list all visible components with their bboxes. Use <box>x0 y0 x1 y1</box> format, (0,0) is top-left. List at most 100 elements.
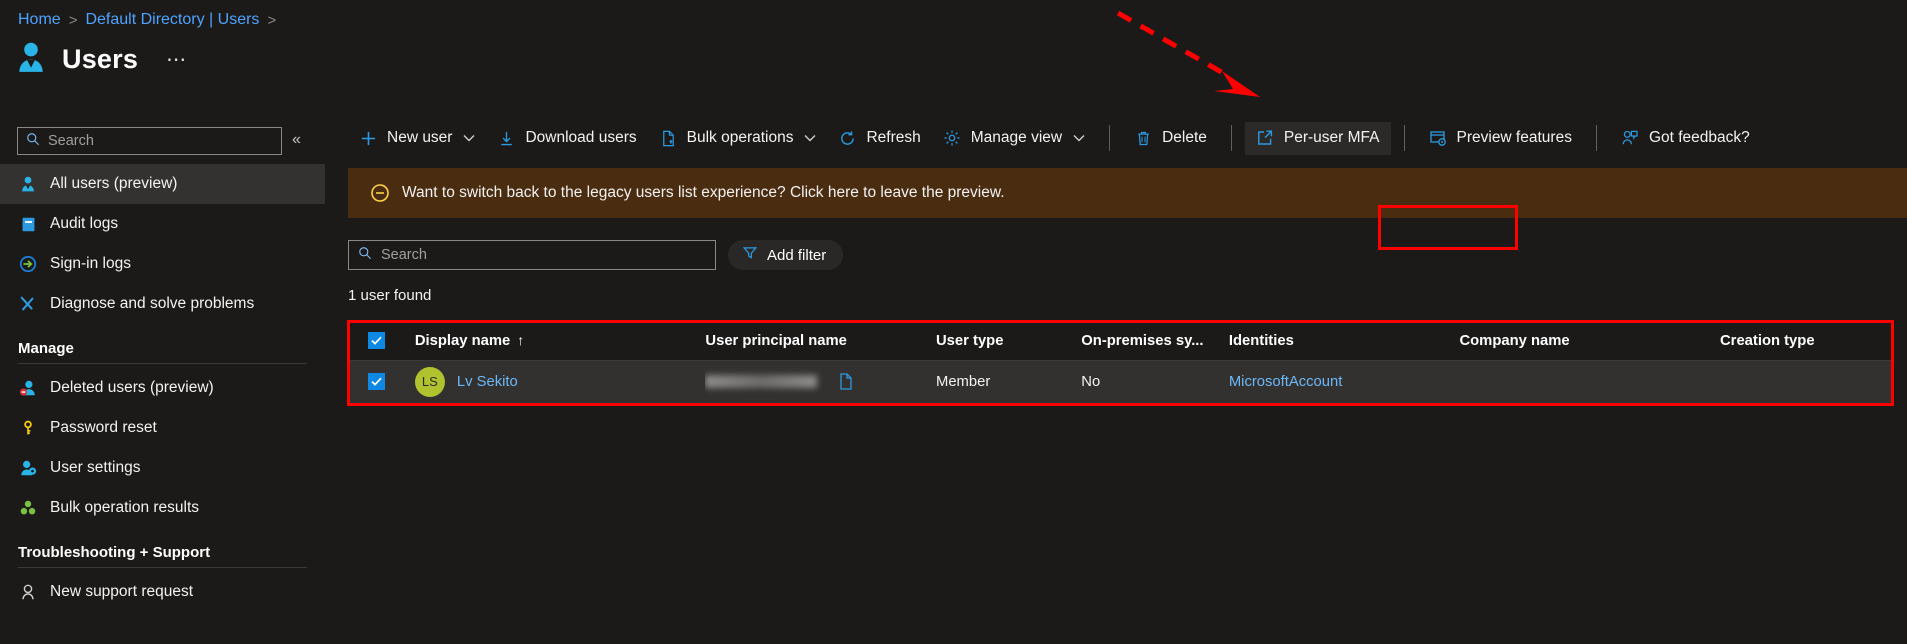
new-user-label: New user <box>387 129 453 146</box>
cell-creation-type <box>1720 360 1893 403</box>
users-page-icon <box>14 40 48 79</box>
breadcrumb-item-home[interactable]: Home <box>18 11 61 29</box>
users-table-head: Display name ↑ User principal name User t… <box>348 322 1893 361</box>
table-row[interactable]: LS Lv Sekito Member No MicrosoftAccount <box>348 360 1893 403</box>
sidebar-item-sign-in-logs[interactable]: Sign-in logs <box>0 244 325 284</box>
sidebar-item-user-settings[interactable]: User settings <box>0 448 325 488</box>
sidebar-item-label: Audit logs <box>50 215 119 232</box>
column-header-creation-type[interactable]: Creation type <box>1720 322 1893 361</box>
sidebar-item-bulk-operation-results[interactable]: Bulk operation results <box>0 488 325 528</box>
breadcrumb-separator-icon: > <box>267 11 277 29</box>
sidebar-item-label: Deleted users (preview) <box>50 379 214 396</box>
sidebar-item-label: Password reset <box>50 419 157 436</box>
column-header-user-type[interactable]: User type <box>936 322 1082 361</box>
preview-features-button[interactable]: Preview features <box>1418 122 1583 155</box>
column-header-company-name[interactable]: Company name <box>1459 322 1720 361</box>
per-user-mfa-button[interactable]: Per-user MFA <box>1244 121 1391 155</box>
user-cell: LS Lv Sekito <box>414 366 706 397</box>
sidebar-item-diagnose[interactable]: Diagnose and solve problems <box>0 284 325 324</box>
sidebar-item-password-reset[interactable]: Password reset <box>0 408 325 448</box>
bulk-operations-label: Bulk operations <box>686 129 794 146</box>
table-search-input[interactable] <box>381 247 706 263</box>
key-icon <box>18 418 38 438</box>
table-header-row: Display name ↑ User principal name User t… <box>348 322 1893 361</box>
sidebar-search-box[interactable] <box>17 127 282 155</box>
got-feedback-label: Got feedback? <box>1648 129 1750 146</box>
user-display-name-link[interactable]: Lv Sekito <box>457 374 518 390</box>
table-search-box[interactable] <box>348 240 716 270</box>
breadcrumb: Home > Default Directory | Users > <box>18 11 276 29</box>
toolbar-divider <box>1403 125 1405 151</box>
breadcrumb-item-default-directory[interactable]: Default Directory | Users <box>85 11 259 29</box>
download-users-button[interactable]: Download users <box>486 122 647 155</box>
download-users-label: Download users <box>525 129 637 146</box>
toolbar-divider <box>1595 125 1597 151</box>
gear-icon <box>943 129 962 148</box>
column-header-on-premises-sync[interactable]: On-premises sy... <box>1081 322 1229 361</box>
copy-icon[interactable] <box>837 372 854 391</box>
sort-ascending-icon: ↑ <box>517 332 525 349</box>
column-label: User principal name <box>705 332 847 349</box>
delete-button[interactable]: Delete <box>1123 122 1218 155</box>
audit-log-icon <box>18 214 38 234</box>
got-feedback-button[interactable]: Got feedback? <box>1610 122 1761 155</box>
add-filter-label: Add filter <box>767 246 827 264</box>
sidebar-item-deleted-users[interactable]: Deleted users (preview) <box>0 368 325 408</box>
sidebar-item-label: All users (preview) <box>50 175 178 192</box>
per-user-mfa-label: Per-user MFA <box>1283 129 1380 146</box>
identities-link[interactable]: MicrosoftAccount <box>1229 374 1342 390</box>
annotation-arrow-to-per-user-mfa <box>1110 5 1400 120</box>
sidebar-item-audit-logs[interactable]: Audit logs <box>0 204 325 244</box>
sign-in-icon <box>18 254 38 274</box>
external-link-icon <box>1256 129 1275 148</box>
refresh-button[interactable]: Refresh <box>827 122 931 155</box>
result-count: 1 user found <box>348 287 432 304</box>
select-all-cell <box>348 322 415 361</box>
users-table-body: LS Lv Sekito Member No MicrosoftAccount <box>348 360 1893 403</box>
filter-row: Add filter <box>348 240 1907 270</box>
sidebar-item-label: New support request <box>50 583 194 600</box>
user-icon <box>18 174 38 194</box>
column-header-user-principal-name[interactable]: User principal name <box>705 322 936 361</box>
toolbar-divider <box>1230 125 1232 151</box>
add-filter-button[interactable]: Add filter <box>728 240 844 270</box>
sidebar-item-new-support-request[interactable]: New support request <box>0 572 325 612</box>
sidebar-search-wrapper <box>17 127 282 155</box>
cell-on-premises-sync: No <box>1081 360 1229 403</box>
new-user-button[interactable]: New user <box>348 122 486 155</box>
sidebar-search-input[interactable] <box>48 133 273 149</box>
cell-company-name <box>1459 360 1720 403</box>
user-settings-icon <box>18 458 38 478</box>
column-header-display-name[interactable]: Display name ↑ <box>414 322 706 361</box>
deleted-user-icon <box>18 378 38 398</box>
support-person-icon <box>18 582 38 602</box>
sidebar-divider <box>18 567 307 568</box>
preview-features-icon <box>1429 129 1448 148</box>
breadcrumb-separator-icon: > <box>68 11 78 29</box>
preview-features-label: Preview features <box>1456 129 1572 146</box>
cell-user-principal-name <box>705 360 936 403</box>
refresh-icon <box>838 129 857 148</box>
sidebar-item-all-users[interactable]: All users (preview) <box>0 164 325 204</box>
page-title-row: Users ⋯ <box>14 40 188 79</box>
trash-icon <box>1134 129 1153 148</box>
row-checkbox[interactable] <box>368 373 385 391</box>
bulk-operations-button[interactable]: Bulk operations <box>648 122 828 155</box>
column-header-identities[interactable]: Identities <box>1228 322 1460 361</box>
column-label: User type <box>936 332 1004 349</box>
feedback-icon <box>1621 129 1640 148</box>
sidebar-divider <box>18 363 307 364</box>
sidebar-item-label: Bulk operation results <box>50 499 200 516</box>
preview-banner[interactable]: Want to switch back to the legacy users … <box>348 168 1907 218</box>
manage-view-button[interactable]: Manage view <box>932 122 1096 155</box>
wrench-icon <box>18 294 38 314</box>
upn-cell <box>705 372 936 391</box>
chevron-down-icon <box>463 131 475 145</box>
funnel-icon <box>742 245 758 265</box>
sidebar-collapse-button[interactable]: « <box>292 130 301 150</box>
page-more-actions-button[interactable]: ⋯ <box>152 47 188 72</box>
column-label: Company name <box>1459 332 1570 349</box>
row-select-cell <box>348 360 415 403</box>
users-table-wrapper: Display name ↑ User principal name User t… <box>347 320 1894 406</box>
select-all-checkbox[interactable] <box>368 332 385 350</box>
